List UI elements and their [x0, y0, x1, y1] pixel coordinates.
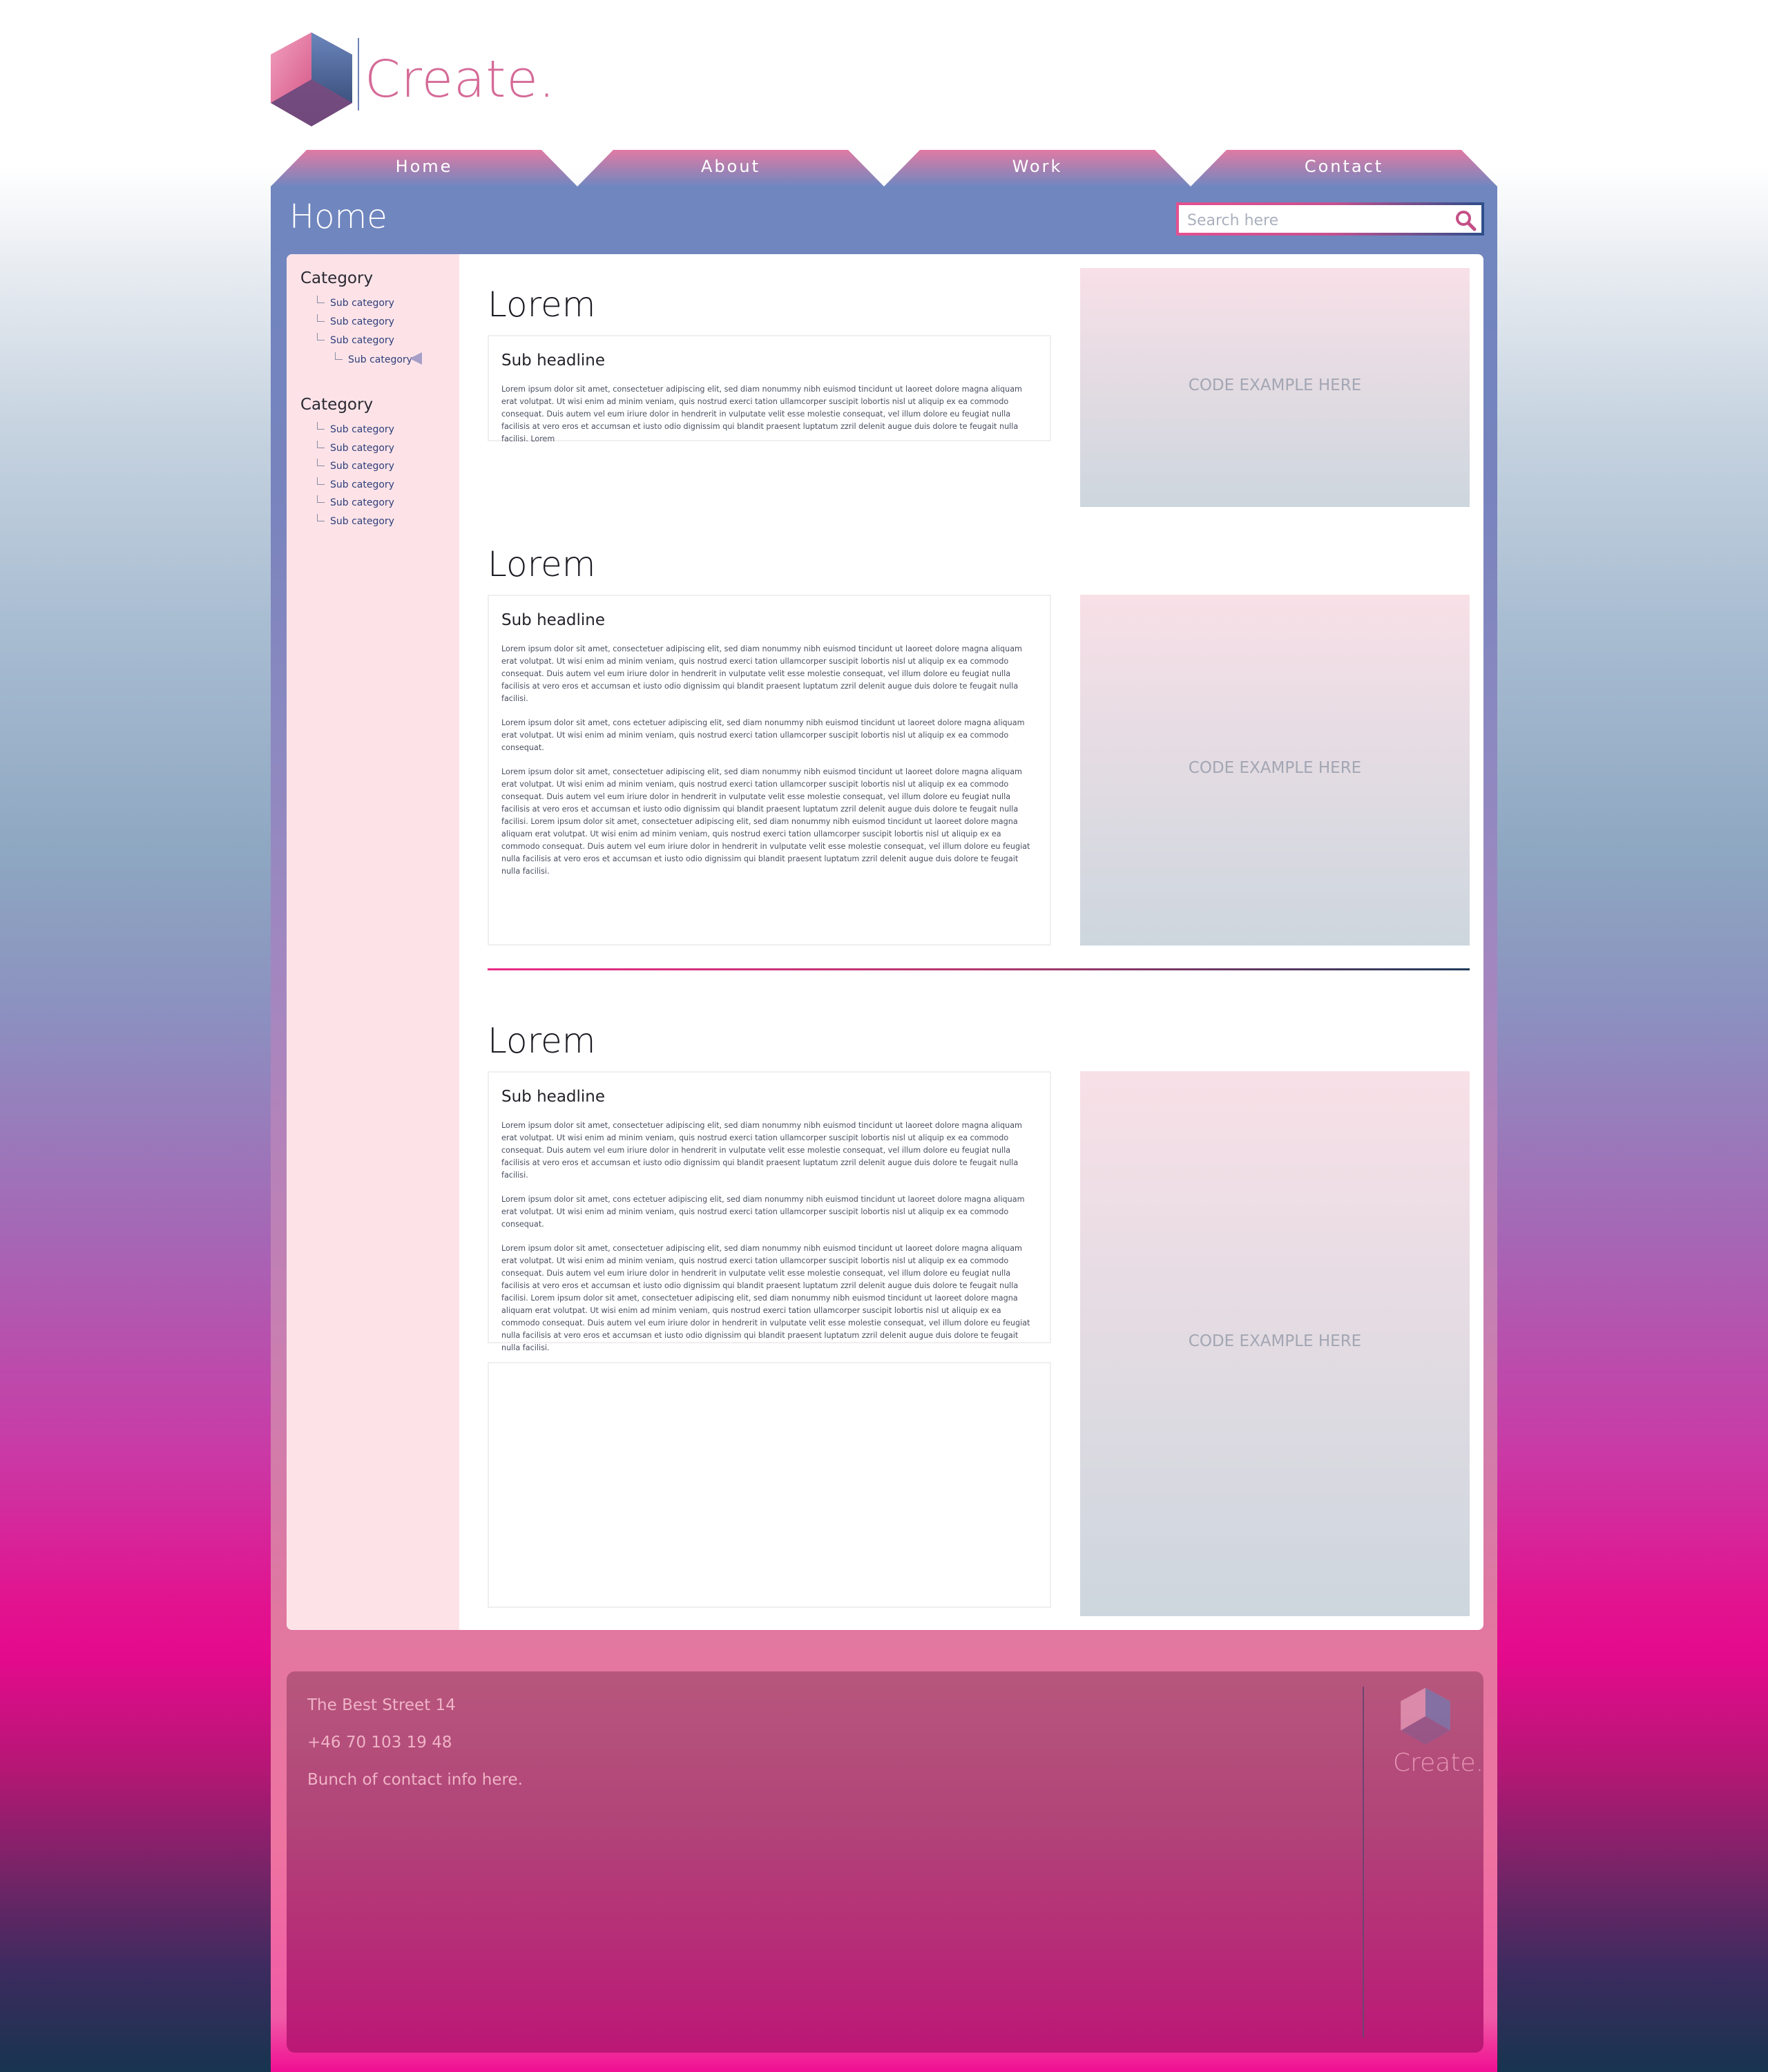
section-title: Lorem — [488, 285, 596, 325]
sidebar-item-label: Sub category — [330, 298, 394, 309]
cube-logo-icon[interactable] — [1400, 1687, 1451, 1746]
text-card: Sub headline Lorem ipsum dolor sit amet,… — [488, 335, 1051, 443]
footer-divider — [1363, 1687, 1364, 2037]
sidebar-item-subcategory[interactable]: Sub category — [317, 514, 394, 527]
sidebar-item-subcategory[interactable]: Sub category — [317, 477, 394, 490]
section-divider — [488, 968, 1470, 970]
card-paragraph: Lorem ipsum dolor sit amet, consectetuer… — [501, 1121, 1022, 1180]
sidebar-item-subcategory[interactable]: Sub category — [317, 495, 394, 508]
tree-branch-icon — [317, 495, 325, 503]
card-subheadline: Sub headline — [501, 1088, 606, 1106]
sidebar-item-label: Sub category — [330, 516, 394, 527]
tab-label-work: Work — [1012, 157, 1063, 176]
page-title: Home — [289, 198, 387, 236]
sidebar-item-subcategory[interactable]: Sub category — [317, 422, 394, 435]
sidebar-item-subcategory[interactable]: Sub category — [317, 333, 394, 346]
tab-label-about: About — [701, 157, 760, 176]
sidebar-item-label: Sub category — [348, 354, 412, 365]
tree-branch-icon — [317, 514, 325, 521]
footer-address: The Best Street 14 — [307, 1696, 456, 1714]
sidebar-item-label: Sub category — [330, 443, 394, 454]
text-card: Sub headline Lorem ipsum dolor sit amet,… — [488, 595, 1051, 946]
code-example-label: CODE EXAMPLE HERE — [1188, 759, 1362, 777]
content-area: Category Sub category Sub category Sub c… — [287, 254, 1483, 1630]
sidebar-item-label: Sub category — [330, 424, 394, 435]
tab-home[interactable]: Home — [271, 148, 577, 187]
code-example-box[interactable]: CODE EXAMPLE HERE — [1080, 1071, 1470, 1616]
sidebar-item-label: Sub category — [330, 335, 394, 346]
tree-branch-icon — [317, 459, 325, 466]
card-subheadline: Sub headline — [501, 611, 606, 629]
tree-branch-icon — [317, 333, 325, 340]
tree-branch-icon — [317, 314, 325, 322]
section-title: Lorem — [488, 544, 596, 584]
tab-label-home: Home — [395, 157, 453, 176]
section-title: Lorem — [488, 1021, 596, 1061]
sidebar-item-subcategory[interactable]: Sub category — [317, 314, 394, 327]
tab-work[interactable]: Work — [884, 148, 1191, 187]
footer-phone[interactable]: +46 70 103 19 48 — [307, 1734, 452, 1752]
search-icon[interactable] — [1454, 209, 1477, 232]
brand-name[interactable]: Create. — [365, 50, 555, 109]
sidebar-category-title[interactable]: Category — [300, 396, 373, 414]
sidebar-category-title[interactable]: Category — [300, 269, 373, 287]
card-paragraph: Lorem ipsum dolor sit amet, consectetuer… — [501, 767, 1030, 876]
tree-branch-icon — [317, 441, 325, 448]
tab-about[interactable]: About — [577, 148, 884, 187]
sidebar-item-label: Sub category — [330, 316, 394, 327]
footer-brand: Create. — [1393, 1749, 1484, 1777]
card-body: Lorem ipsum dolor sit amet, consectetuer… — [501, 643, 1039, 890]
sidebar-item-label: Sub category — [330, 461, 394, 472]
card-paragraph: Lorem ipsum dolor sit amet, consectetuer… — [501, 385, 1022, 443]
sidebar: Category Sub category Sub category Sub c… — [287, 254, 459, 1630]
card-subheadline: Sub headline — [501, 352, 606, 370]
sidebar-item-subcategory-active[interactable]: Sub category — [335, 352, 412, 365]
card-paragraph: Lorem ipsum dolor sit amet, consectetuer… — [501, 644, 1022, 703]
search-input[interactable] — [1186, 208, 1451, 233]
code-example-box[interactable]: CODE EXAMPLE HERE — [1080, 268, 1470, 507]
tree-branch-icon — [335, 352, 343, 360]
footer-info: Bunch of contact info here. — [307, 1771, 523, 1789]
code-example-box[interactable]: CODE EXAMPLE HERE — [1080, 595, 1470, 946]
triangle-left-icon — [410, 352, 422, 365]
tree-branch-icon — [317, 296, 325, 303]
cube-logo-icon[interactable] — [269, 31, 354, 128]
sidebar-item-subcategory[interactable]: Sub category — [317, 459, 394, 472]
card-paragraph: Lorem ipsum dolor sit amet, cons ectetue… — [501, 1195, 1025, 1229]
tree-branch-icon — [317, 477, 325, 485]
sidebar-item-subcategory[interactable]: Sub category — [317, 296, 394, 309]
card-body: Lorem ipsum dolor sit amet, consectetuer… — [501, 1120, 1039, 1366]
tab-contact[interactable]: Contact — [1191, 148, 1497, 187]
sidebar-item-label: Sub category — [330, 479, 394, 490]
tab-label-contact: Contact — [1304, 157, 1384, 176]
card-paragraph: Lorem ipsum dolor sit amet, consectetuer… — [501, 1244, 1030, 1352]
code-example-label: CODE EXAMPLE HERE — [1188, 376, 1362, 394]
footer: The Best Street 14 +46 70 103 19 48 Bunc… — [287, 1671, 1483, 2053]
logo-divider — [358, 38, 359, 111]
tree-branch-icon — [317, 422, 325, 430]
text-card: Sub headline Lorem ipsum dolor sit amet,… — [488, 1071, 1051, 1352]
search-box — [1176, 202, 1484, 236]
sidebar-item-subcategory[interactable]: Sub category — [317, 441, 394, 454]
empty-card — [488, 1362, 1051, 1608]
code-example-label: CODE EXAMPLE HERE — [1188, 1332, 1362, 1350]
card-paragraph: Lorem ipsum dolor sit amet, cons ectetue… — [501, 718, 1025, 752]
sidebar-item-label: Sub category — [330, 497, 394, 508]
card-body: Lorem ipsum dolor sit amet, consectetuer… — [501, 383, 1039, 457]
